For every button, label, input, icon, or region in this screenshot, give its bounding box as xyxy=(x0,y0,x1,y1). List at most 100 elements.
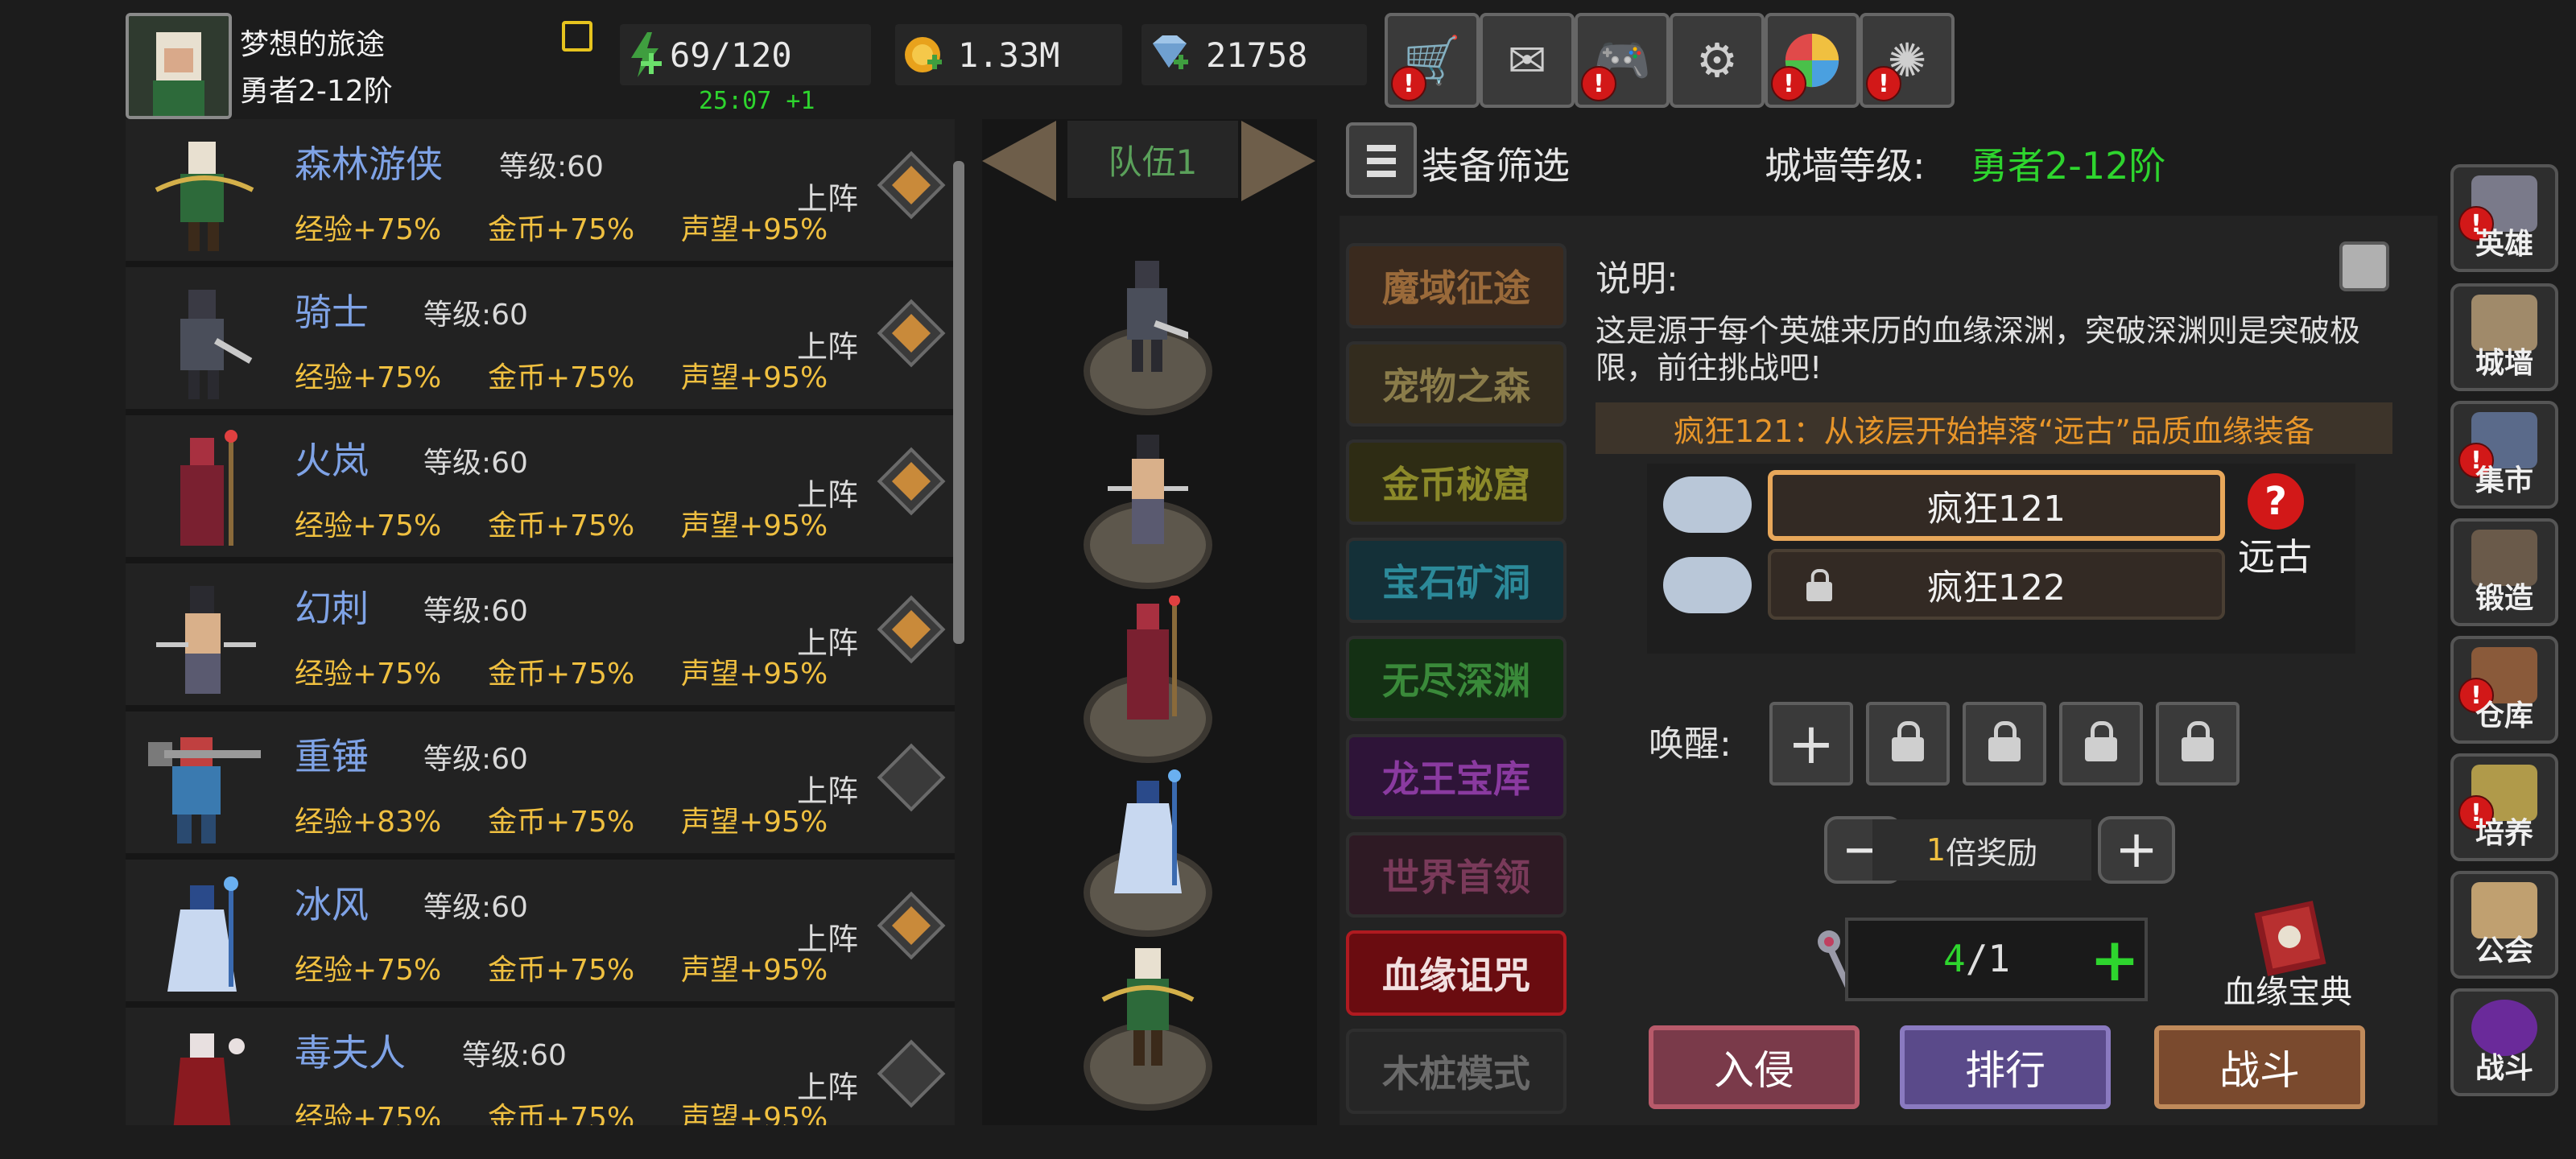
deploy-toggle[interactable] xyxy=(877,891,946,960)
hero-exp-bonus: 经验+83% xyxy=(295,806,442,839)
settings-button[interactable]: ⚙ xyxy=(1670,13,1765,108)
awaken-locked-slot[interactable] xyxy=(1963,702,2046,786)
deploy-toggle[interactable] xyxy=(877,447,946,516)
prev-team-arrow-icon[interactable] xyxy=(982,121,1056,201)
category-training-dummy[interactable]: 木桩模式 xyxy=(1346,1029,1567,1114)
awaken-locked-slot[interactable] xyxy=(2059,702,2143,786)
hero-gold-bonus: 金币+75% xyxy=(488,658,635,691)
category-endless-abyss[interactable]: 无尽深渊 xyxy=(1346,636,1567,721)
wall-level-value: 勇者2-12阶 xyxy=(1971,144,2166,188)
sidebar-guild-button[interactable]: 公会 xyxy=(2450,871,2558,979)
gems-value: 21758 xyxy=(1206,35,1308,75)
hero-row[interactable]: 骑士 等级:60 经验+75% 金币+75% 声望+95% 上阵 xyxy=(126,267,955,409)
floor-item-selected[interactable]: 疯狂121 xyxy=(1768,470,2225,541)
sidebar-train-button[interactable]: ! 培养 xyxy=(2450,753,2558,861)
edit-name-icon[interactable] xyxy=(562,21,592,52)
gamepad-button[interactable]: 🎮 ! xyxy=(1575,13,1670,108)
awaken-locked-slot[interactable] xyxy=(2156,702,2240,786)
gold-display[interactable]: 1.33M xyxy=(895,24,1122,85)
gems-display[interactable]: 21758 xyxy=(1141,24,1367,85)
category-dragon-vault[interactable]: 龙王宝库 xyxy=(1346,734,1567,819)
deploy-toggle[interactable] xyxy=(877,1039,946,1108)
bloodline-codex-label[interactable]: 血缘宝典 xyxy=(2223,966,2352,1013)
floor-item-locked[interactable]: 疯狂122 xyxy=(1768,549,2225,620)
shop-button[interactable]: 🛒 ! xyxy=(1385,13,1480,108)
category-gold-cave[interactable]: 金币秘窟 xyxy=(1346,439,1567,525)
attempt-current: 4 xyxy=(1943,937,1966,980)
reward-multiplier-value: 1 xyxy=(1926,832,1946,868)
deploy-toggle[interactable] xyxy=(877,743,946,812)
hero-deploy-label: 上阵 xyxy=(797,922,859,957)
hero-list[interactable]: 森林游侠 等级:60 经验+75% 金币+75% 声望+95% 上阵 骑士 等级… xyxy=(126,119,955,1125)
hero-deploy-label: 上阵 xyxy=(797,1070,859,1105)
mail-button[interactable]: ✉ xyxy=(1480,13,1575,108)
alert-badge: ! xyxy=(1866,66,1901,101)
filter-menu-button[interactable] xyxy=(1346,122,1417,198)
hero-row[interactable]: 毒夫人 等级:60 经验+75% 金币+75% 声望+95% 上阵 xyxy=(126,1008,955,1125)
attempt-max: /1 xyxy=(1965,937,2011,980)
sidebar-forge-button[interactable]: 锻造 xyxy=(2450,518,2558,626)
quality-label: 远古 xyxy=(2238,535,2312,579)
awaken-add-slot[interactable]: + xyxy=(1769,702,1853,786)
sidebar-heroes-button[interactable]: ! 英雄 xyxy=(2450,164,2558,272)
question-icon[interactable]: ? xyxy=(2248,473,2304,530)
category-pet-forest[interactable]: 宠物之森 xyxy=(1346,341,1567,427)
info-icon[interactable] xyxy=(2339,241,2389,291)
lottery-button[interactable]: ! xyxy=(1765,13,1860,108)
category-bloodline-curse[interactable]: 血缘诅咒 xyxy=(1346,930,1567,1016)
menu-bar xyxy=(1367,158,1396,164)
hero-level: 等级:60 xyxy=(423,595,528,628)
hero-row[interactable]: 幻刺 等级:60 经验+75% 金币+75% 声望+95% 上阵 xyxy=(126,563,955,705)
player-avatar[interactable] xyxy=(126,13,232,119)
team-hero-sprite[interactable] xyxy=(1108,430,1188,551)
hero-row[interactable]: 火岚 等级:60 经验+75% 金币+75% 声望+95% 上阵 xyxy=(126,415,955,557)
sidebar-label: 城墙 xyxy=(2475,347,2533,380)
fireworks-button[interactable]: ✺ ! xyxy=(1860,13,1955,108)
awaken-locked-slot[interactable] xyxy=(1866,702,1950,786)
next-team-arrow-icon[interactable] xyxy=(1241,121,1315,201)
hero-name: 幻刺 xyxy=(295,587,369,630)
team-hero-sprite[interactable] xyxy=(1100,943,1196,1072)
invade-button[interactable]: 入侵 xyxy=(1649,1025,1860,1109)
hero-row[interactable]: 重锤 等级:60 经验+83% 金币+75% 声望+95% 上阵 xyxy=(126,711,955,853)
team-hero-sprite[interactable] xyxy=(1108,596,1188,724)
stamina-value: 69/120 xyxy=(670,35,792,75)
hero-row[interactable]: 森林游侠 等级:60 经验+75% 金币+75% 声望+95% 上阵 xyxy=(126,119,955,261)
sidebar-label: 培养 xyxy=(2475,817,2533,850)
sidebar-market-button[interactable]: ! 集市 xyxy=(2450,401,2558,509)
category-world-boss[interactable]: 世界首领 xyxy=(1346,832,1567,918)
deploy-toggle[interactable] xyxy=(877,595,946,664)
hero-exp-bonus: 经验+75% xyxy=(295,1102,442,1125)
hero-portrait xyxy=(173,1033,245,1125)
sidebar-label: 锻造 xyxy=(2475,582,2533,615)
alert-badge: ! xyxy=(1391,66,1426,101)
gold-coin-icon xyxy=(905,37,942,72)
hero-deploy-label: 上阵 xyxy=(797,329,859,365)
menu-bar xyxy=(1367,145,1396,151)
stamina-display[interactable]: 69/120 xyxy=(620,24,871,85)
hero-row[interactable]: 冰风 等级:60 经验+75% 金币+75% 声望+95% 上阵 xyxy=(126,860,955,1001)
category-demon-realm[interactable]: 魔域征途 xyxy=(1346,243,1567,328)
hero-exp-bonus: 经验+75% xyxy=(295,954,442,987)
description-title: 说明: xyxy=(1596,258,1678,299)
hero-portrait xyxy=(156,586,256,694)
sidebar-label: 英雄 xyxy=(2475,228,2533,261)
category-gem-mine[interactable]: 宝石矿洞 xyxy=(1346,538,1567,623)
sidebar-battle-button[interactable]: 战斗 xyxy=(2450,988,2558,1096)
cloud-floor-icon xyxy=(1663,476,1752,533)
sidebar-warehouse-button[interactable]: ! 仓库 xyxy=(2450,636,2558,744)
gold-value: 1.33M xyxy=(958,35,1060,75)
sidebar-wall-button[interactable]: 城墙 xyxy=(2450,283,2558,391)
team-hero-sprite[interactable] xyxy=(1108,769,1188,898)
deploy-toggle[interactable] xyxy=(877,151,946,220)
add-attempt-icon[interactable]: + xyxy=(2090,926,2140,995)
hero-exp-bonus: 经验+75% xyxy=(295,213,442,246)
increase-reward-button[interactable]: + xyxy=(2098,816,2175,884)
deploy-toggle[interactable] xyxy=(877,299,946,368)
lock-icon xyxy=(2085,721,2117,761)
equipment-filter-label[interactable]: 装备筛选 xyxy=(1422,137,1570,190)
fight-button[interactable]: 战斗 xyxy=(2154,1025,2365,1109)
ranking-button[interactable]: 排行 xyxy=(1900,1025,2111,1109)
hero-list-scrollbar[interactable] xyxy=(953,161,964,644)
team-hero-sprite[interactable] xyxy=(1108,256,1188,377)
